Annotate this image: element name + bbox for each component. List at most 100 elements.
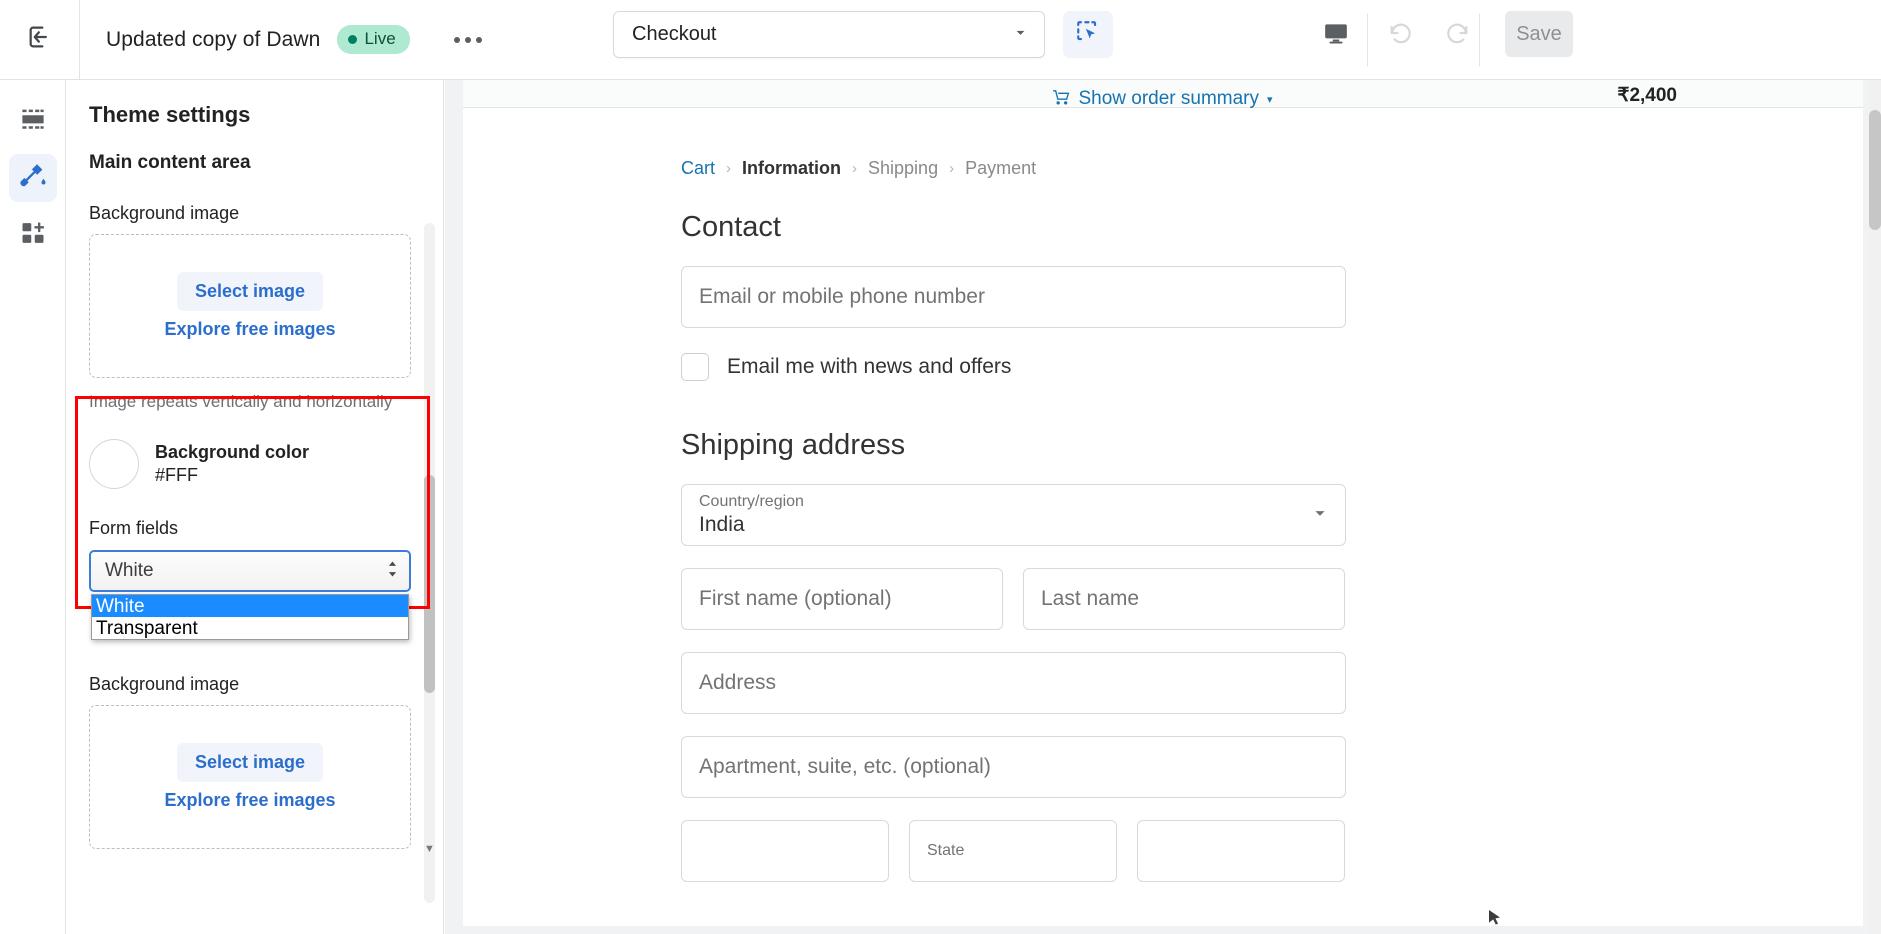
background-color-label: Background color: [155, 441, 310, 462]
shipping-address-heading: Shipping address: [681, 429, 906, 461]
app-embeds-icon: [19, 219, 47, 252]
newsletter-row[interactable]: Email me with news and offers: [681, 353, 1863, 381]
show-order-summary-label: Show order summary: [1078, 88, 1260, 109]
sidebar-scroll-area: Main content area Background image Selec…: [66, 143, 443, 934]
stepper-arrows-icon: [386, 558, 399, 585]
exit-icon: [26, 23, 54, 56]
more-dot-icon: [464, 36, 471, 43]
background-image-picker-2[interactable]: Select image Explore free images: [89, 705, 411, 850]
section-title-main-content-area: Main content area: [89, 152, 251, 173]
sidebar-item-sections[interactable]: [9, 97, 57, 145]
address-field[interactable]: Address: [681, 652, 1346, 714]
sidebar-title: Theme settings: [89, 102, 251, 127]
state-label: State: [927, 842, 965, 859]
background-color-value: #FFF: [155, 465, 198, 486]
page-selector[interactable]: Checkout: [613, 11, 1045, 58]
status-badge-label: Live: [364, 29, 396, 48]
more-dot-icon: [453, 36, 460, 43]
breadcrumb-separator-icon: ›: [852, 160, 858, 177]
scroll-down-arrow-icon[interactable]: ▼: [423, 843, 436, 856]
desktop-icon: [1323, 20, 1349, 51]
explore-free-images-link[interactable]: Explore free images: [164, 319, 335, 340]
form-fields-select-wrapper: White White Transparent: [89, 550, 411, 641]
sidebar-item-theme-settings[interactable]: [8, 154, 57, 202]
mouse-cursor-icon: [1489, 910, 1503, 928]
theme-settings-paint-icon: [18, 161, 48, 196]
preview-scrollbar-thumb[interactable]: [1869, 110, 1881, 230]
theme-settings-sidebar: Theme settings Main content area Backgro…: [66, 80, 444, 934]
newsletter-label: Email me with news and offers: [727, 355, 1012, 378]
zip-field[interactable]: [1137, 820, 1345, 882]
contact-heading: Contact: [681, 211, 781, 243]
breadcrumb-separator-icon: ›: [726, 160, 732, 177]
country-region-value: India: [699, 512, 745, 536]
background-color-swatch[interactable]: [89, 439, 139, 490]
form-fields-dropdown-menu[interactable]: White Transparent: [91, 594, 409, 641]
city-field[interactable]: [681, 820, 889, 882]
city-state-zip-row: State: [681, 820, 1863, 882]
first-name-field[interactable]: First name (optional): [681, 568, 1003, 630]
order-total: ₹2,400: [1617, 85, 1677, 106]
theme-name: Updated copy of Dawn: [106, 27, 321, 51]
background-image-picker[interactable]: Select image Explore free images: [89, 234, 411, 378]
select-image-button[interactable]: Select image: [176, 272, 324, 311]
left-icon-rail: [0, 80, 66, 934]
status-badge: Live: [337, 25, 410, 54]
background-image-label: Background image: [89, 203, 240, 223]
sidebar-scrollbar-thumb[interactable]: [424, 475, 435, 693]
marquee-select-icon: [1075, 19, 1101, 50]
name-fields-row: First name (optional) Last name: [681, 568, 1863, 630]
chevron-down-icon: [1011, 23, 1030, 47]
sections-icon: [18, 104, 48, 139]
newsletter-checkbox[interactable]: [681, 353, 709, 381]
redo-button[interactable]: [1434, 12, 1480, 58]
more-dot-icon: [475, 36, 482, 43]
breadcrumb-item-information: Information: [742, 158, 842, 178]
toolbar-divider: [1367, 14, 1368, 66]
checkout-body: Cart › Information › Shipping › Payment …: [463, 109, 1863, 882]
apartment-field[interactable]: Apartment, suite, etc. (optional): [681, 736, 1346, 798]
form-fields-label: Form fields: [89, 518, 179, 539]
last-name-placeholder: Last name: [1041, 587, 1140, 610]
email-field-placeholder: Email or mobile phone number: [699, 285, 985, 308]
sidebar-item-app-embeds[interactable]: [9, 211, 57, 259]
more-actions-button[interactable]: [446, 27, 490, 53]
undo-icon: [1387, 19, 1415, 52]
address-placeholder: Address: [699, 671, 777, 694]
top-bar: Updated copy of Dawn Live Checkout Save: [0, 0, 1881, 80]
form-fields-select[interactable]: White: [89, 550, 411, 593]
background-image-help-text: Image repeats vertically and horizontall…: [89, 392, 393, 411]
state-select[interactable]: State: [909, 820, 1117, 882]
checkout-preview-frame: Show order summary ▾ ₹2,400 Cart › Infor…: [463, 80, 1863, 926]
dropdown-option-white[interactable]: White: [92, 595, 408, 618]
page-selector-value: Checkout: [632, 23, 717, 45]
order-summary-bar[interactable]: Show order summary ▾ ₹2,400: [463, 80, 1863, 109]
redo-icon: [1443, 19, 1471, 52]
chevron-down-icon: ▾: [1267, 93, 1273, 106]
breadcrumb-item-payment: Payment: [965, 158, 1037, 178]
first-name-placeholder: First name (optional): [699, 587, 892, 610]
breadcrumb-separator-icon: ›: [949, 160, 955, 177]
inspector-select-tool-button[interactable]: [1063, 11, 1113, 58]
save-button[interactable]: Save: [1505, 11, 1573, 57]
undo-button[interactable]: [1378, 12, 1424, 58]
breadcrumb-item-shipping: Shipping: [868, 158, 939, 178]
email-field[interactable]: Email or mobile phone number: [681, 266, 1346, 328]
breadcrumb-item-cart[interactable]: Cart: [681, 158, 715, 179]
dropdown-option-transparent[interactable]: Transparent: [92, 617, 408, 639]
chevron-down-icon: [1309, 502, 1331, 529]
select-image-button-2[interactable]: Select image: [176, 743, 324, 783]
breadcrumb: Cart › Information › Shipping › Payment: [681, 158, 1863, 179]
device-preview-desktop-button[interactable]: [1313, 14, 1358, 56]
background-color-row[interactable]: Background color #FFF: [89, 439, 443, 490]
form-fields-select-value: White: [105, 560, 154, 582]
explore-free-images-link-2[interactable]: Explore free images: [164, 790, 335, 811]
last-name-field[interactable]: Last name: [1023, 568, 1345, 630]
status-dot-icon: [348, 34, 358, 44]
exit-editor-button[interactable]: [0, 0, 80, 79]
background-image-label-2: Background image: [89, 674, 240, 695]
cart-icon: [1053, 89, 1070, 109]
country-region-select[interactable]: Country/region India: [681, 484, 1346, 546]
apartment-placeholder: Apartment, suite, etc. (optional): [699, 755, 991, 778]
toolbar-divider: [1479, 14, 1480, 66]
